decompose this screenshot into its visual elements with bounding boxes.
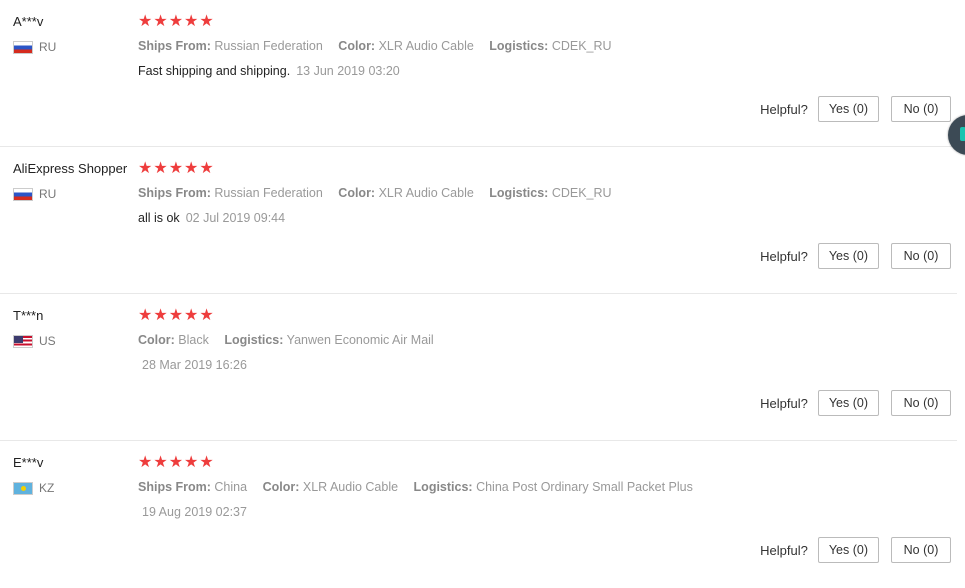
star-rating: ★★★★★	[138, 307, 215, 324]
ships-from-attribute: Ships From: Russian Federation	[138, 39, 323, 53]
attribute-value: CDEK_RU	[551, 39, 612, 53]
logistics-attribute: Logistics: CDEK_RU	[489, 186, 611, 200]
helpful-yes-button[interactable]: Yes (0)	[817, 537, 879, 563]
country-code: KZ	[39, 481, 55, 495]
order-attributes: Ships From: Russian Federation Color: XL…	[138, 186, 624, 200]
review-item: AliExpress Shopper RU ★★★★★ Ships From: …	[0, 147, 957, 294]
logistics-attribute: Logistics: China Post Ordinary Small Pac…	[414, 480, 693, 494]
attribute-value: XLR Audio Cable	[378, 186, 474, 200]
helpful-label: Helpful?	[760, 395, 808, 411]
attribute-value: Russian Federation	[214, 39, 323, 53]
user-country: RU	[13, 187, 56, 201]
helpful-no-button[interactable]: No (0)	[891, 96, 951, 122]
order-attributes: Ships From: Russian Federation Color: XL…	[138, 39, 624, 53]
review-item: T***n US ★★★★★ Color: Black Logistics: Y…	[0, 294, 957, 441]
helpful-label: Helpful?	[760, 542, 808, 558]
color-attribute: Color: XLR Audio Cable	[338, 39, 474, 53]
ru-flag-icon	[13, 187, 33, 201]
star-rating: ★★★★★	[138, 160, 215, 177]
user-country: KZ	[13, 481, 54, 495]
helpful-yes-button[interactable]: Yes (0)	[817, 96, 879, 122]
helpful-vote: Helpful? Yes (0) No (0)	[760, 537, 951, 563]
helpful-yes-button[interactable]: Yes (0)	[817, 390, 879, 416]
attribute-label: Ships From:	[138, 39, 211, 53]
ships-from-attribute: Ships From: Russian Federation	[138, 186, 323, 200]
review-content: 19 Aug 2019 02:37	[138, 505, 247, 519]
review-date: 13 Jun 2019 03:20	[296, 64, 400, 78]
review-text: all is ok	[138, 211, 180, 225]
attribute-label: Color:	[338, 39, 376, 53]
review-date: 02 Jul 2019 09:44	[185, 211, 286, 225]
helpful-no-button[interactable]: No (0)	[891, 390, 951, 416]
helpful-yes-button[interactable]: Yes (0)	[817, 243, 879, 269]
attribute-label: Color:	[338, 186, 376, 200]
attribute-value: Yanwen Economic Air Mail	[286, 333, 434, 347]
order-attributes: Color: Black Logistics: Yanwen Economic …	[138, 333, 446, 347]
attribute-label: Ships From:	[138, 480, 211, 494]
star-rating: ★★★★★	[138, 454, 215, 471]
ru-flag-icon	[13, 40, 33, 54]
attribute-value: Black	[178, 333, 209, 347]
logistics-attribute: Logistics: CDEK_RU	[489, 39, 611, 53]
user-country: RU	[13, 40, 56, 54]
attribute-label: Logistics:	[413, 480, 473, 494]
order-attributes: Ships From: China Color: XLR Audio Cable…	[138, 480, 705, 494]
country-code: RU	[39, 40, 57, 54]
attribute-value: China	[214, 480, 248, 494]
attribute-value: CDEK_RU	[551, 186, 612, 200]
review-content: 28 Mar 2019 16:26	[138, 358, 247, 372]
user-name: E***v	[13, 455, 44, 470]
attribute-label: Color:	[262, 480, 300, 494]
attribute-label: Ships From:	[138, 186, 211, 200]
helpful-label: Helpful?	[760, 101, 808, 117]
review-date: 28 Mar 2019 16:26	[142, 358, 247, 372]
feedback-list: A***v RU ★★★★★ Ships From: Russian Feder…	[0, 0, 965, 588]
color-attribute: Color: Black	[138, 333, 209, 347]
color-attribute: Color: XLR Audio Cable	[263, 480, 399, 494]
attribute-value: China Post Ordinary Small Packet Plus	[476, 480, 693, 494]
helpful-vote: Helpful? Yes (0) No (0)	[760, 390, 951, 416]
country-code: US	[39, 334, 56, 348]
color-attribute: Color: XLR Audio Cable	[338, 186, 474, 200]
country-code: RU	[39, 187, 57, 201]
user-name: AliExpress Shopper	[13, 161, 128, 176]
helpful-label: Helpful?	[760, 248, 808, 264]
review-text: Fast shipping and shipping.	[138, 64, 291, 78]
user-name: T***n	[13, 308, 44, 323]
logistics-attribute: Logistics: Yanwen Economic Air Mail	[224, 333, 433, 347]
kz-flag-icon	[13, 481, 33, 495]
user-country: US	[13, 334, 56, 348]
ships-from-attribute: Ships From: China	[138, 480, 247, 494]
attribute-label: Logistics:	[489, 39, 549, 53]
review-content: all is ok 02 Jul 2019 09:44	[138, 211, 285, 225]
attribute-value: Russian Federation	[214, 186, 323, 200]
attribute-label: Logistics:	[489, 186, 549, 200]
user-name: A***v	[13, 14, 44, 29]
helpful-vote: Helpful? Yes (0) No (0)	[760, 96, 951, 122]
helpful-vote: Helpful? Yes (0) No (0)	[760, 243, 951, 269]
attribute-label: Logistics:	[224, 333, 284, 347]
star-rating: ★★★★★	[138, 13, 215, 30]
us-flag-icon	[13, 334, 33, 348]
attribute-label: Color:	[138, 333, 175, 347]
helpful-no-button[interactable]: No (0)	[891, 537, 951, 563]
attribute-value: XLR Audio Cable	[378, 39, 474, 53]
attribute-value: XLR Audio Cable	[302, 480, 399, 494]
review-content: Fast shipping and shipping. 13 Jun 2019 0…	[138, 64, 400, 78]
review-date: 19 Aug 2019 02:37	[142, 505, 247, 519]
review-item: A***v RU ★★★★★ Ships From: Russian Feder…	[0, 0, 957, 147]
review-item: E***v KZ ★★★★★ Ships From: China Color: …	[0, 441, 957, 588]
helpful-no-button[interactable]: No (0)	[891, 243, 951, 269]
